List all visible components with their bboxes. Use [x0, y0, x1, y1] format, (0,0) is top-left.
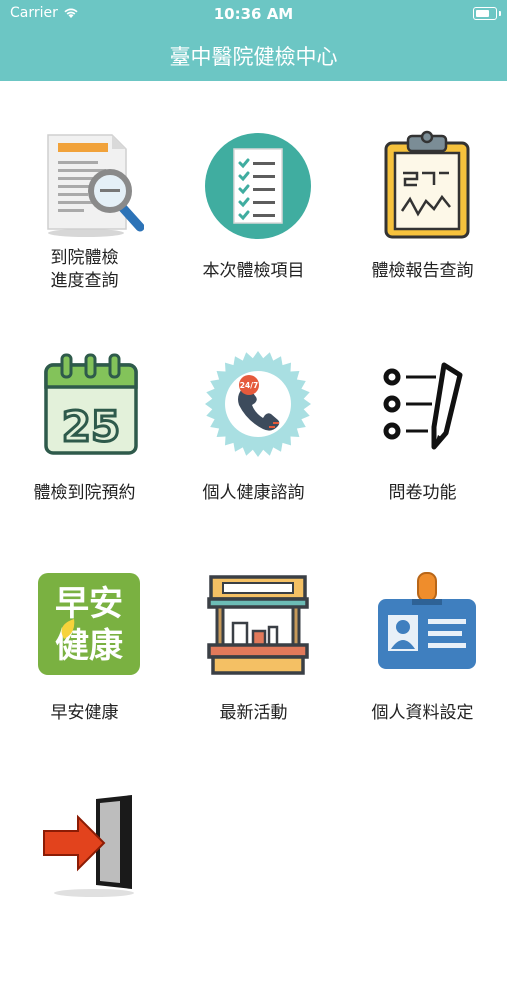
menu-label-progress-query: 到院體檢 進度查詢: [50, 248, 119, 291]
morning-health-logo: 早安 健康: [38, 573, 140, 675]
phone-consult-icon: 24/7: [205, 351, 311, 457]
document-search-icon: [47, 134, 144, 237]
menu-item-morning-health[interactable]: 早安 健康 早安健康: [0, 563, 169, 763]
menu-label-consult: 個人健康諮詢: [202, 483, 305, 503]
id-badge-icon: [378, 572, 476, 669]
app-header: Carrier 10:36 AM 臺中醫院健檢中心: [0, 0, 507, 81]
logo-line1: 早安: [55, 584, 123, 624]
calendar-icon: 25: [44, 353, 138, 455]
menu-item-logout[interactable]: [0, 783, 169, 983]
menu-label-questionnaire: 問卷功能: [388, 483, 457, 503]
menu-grid: 到院體檢 進度查詢 本次體檢項目 體檢報告查詢 25 體檢到院預約 24/7 個…: [0, 81, 507, 900]
clipboard-report-icon: [384, 130, 470, 239]
menu-label-appointment: 體檢到院預約: [33, 483, 136, 503]
menu-item-questionnaire[interactable]: 問卷功能: [338, 343, 507, 543]
menu-item-report[interactable]: 體檢報告查詢: [338, 123, 507, 323]
menu-item-appointment[interactable]: 25 體檢到院預約: [0, 343, 169, 543]
menu-label-morning-health: 早安健康: [50, 703, 119, 723]
logout-door-icon: [43, 795, 134, 897]
menu-item-news[interactable]: 最新活動: [169, 563, 338, 763]
menu-label-profile: 個人資料設定: [371, 703, 474, 723]
market-stall-icon: [207, 575, 309, 675]
menu-item-profile[interactable]: 個人資料設定: [338, 563, 507, 763]
status-time: 10:36 AM: [213, 5, 294, 23]
menu-item-consult[interactable]: 24/7 個人健康諮詢: [169, 343, 338, 543]
questionnaire-pen-icon: [383, 362, 463, 450]
menu-item-progress-query[interactable]: 到院體檢 進度查詢: [0, 123, 169, 323]
page-title: 臺中醫院健檢中心: [169, 45, 338, 69]
menu-label-report: 體檢報告查詢: [371, 261, 474, 281]
menu-label-exam-items: 本次體檢項目: [202, 261, 305, 281]
calendar-day: 25: [62, 402, 120, 451]
battery-icon: [473, 7, 501, 20]
status-bar: Carrier 10:36 AM: [0, 0, 507, 28]
menu-item-exam-items[interactable]: 本次體檢項目: [169, 123, 338, 323]
menu-label-news: 最新活動: [219, 703, 288, 723]
checklist-icon: [205, 133, 311, 239]
consult-badge: 24/7: [240, 381, 258, 390]
